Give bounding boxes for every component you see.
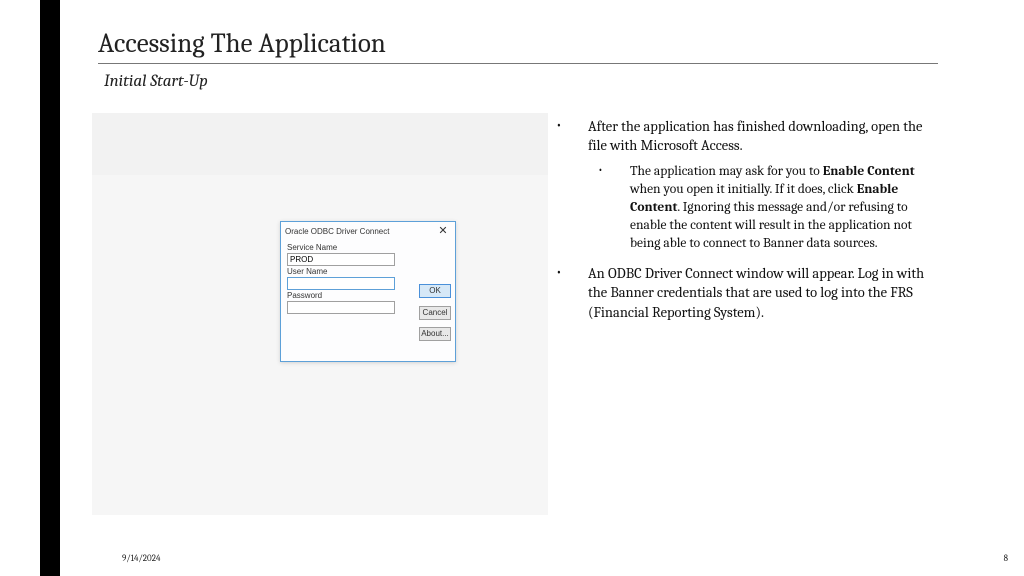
page-title: Accessing The Application [98, 28, 938, 64]
service-name-label: Service Name [287, 243, 449, 252]
password-input[interactable] [287, 301, 395, 314]
user-name-input[interactable] [287, 277, 395, 290]
odbc-dialog: Oracle ODBC Driver Connect ✕ Service Nam… [280, 221, 456, 362]
screenshot-panel: Oracle ODBC Driver Connect ✕ Service Nam… [92, 113, 548, 513]
list-item: After the application has finished downl… [550, 117, 934, 252]
about-button[interactable]: About... [419, 327, 451, 341]
dialog-titlebar: Oracle ODBC Driver Connect ✕ [281, 222, 455, 240]
bullet-text: The application may ask for you to [630, 164, 823, 179]
dialog-body: Service Name User Name Password OK Cance… [281, 240, 455, 360]
slide-side-bar [40, 0, 60, 576]
service-name-input[interactable] [287, 253, 395, 266]
user-name-label: User Name [287, 267, 449, 276]
close-icon[interactable]: ✕ [435, 225, 451, 237]
footer-date: 9/14/2024 [122, 554, 160, 564]
bullet-list: After the application has finished downl… [550, 117, 934, 334]
bold-text: Enable Content [823, 164, 915, 179]
list-item: An ODBC Driver Connect window will appea… [550, 264, 934, 321]
bullet-text: when you open it initially. If it does, … [630, 182, 857, 197]
dialog-title: Oracle ODBC Driver Connect [285, 227, 389, 236]
cancel-button[interactable]: Cancel [419, 306, 451, 320]
footer-page-number: 8 [1004, 554, 1008, 564]
list-item: The application may ask for you to Enabl… [588, 163, 934, 252]
ok-button[interactable]: OK [419, 284, 451, 298]
page-subtitle: Initial Start-Up [104, 72, 938, 91]
slide-content: Oracle ODBC Driver Connect ✕ Service Nam… [92, 113, 938, 518]
slide-header: Accessing The Application Initial Start-… [98, 28, 938, 91]
bullet-text: An ODBC Driver Connect window will appea… [588, 265, 924, 320]
bullet-text: After the application has finished downl… [588, 118, 922, 154]
